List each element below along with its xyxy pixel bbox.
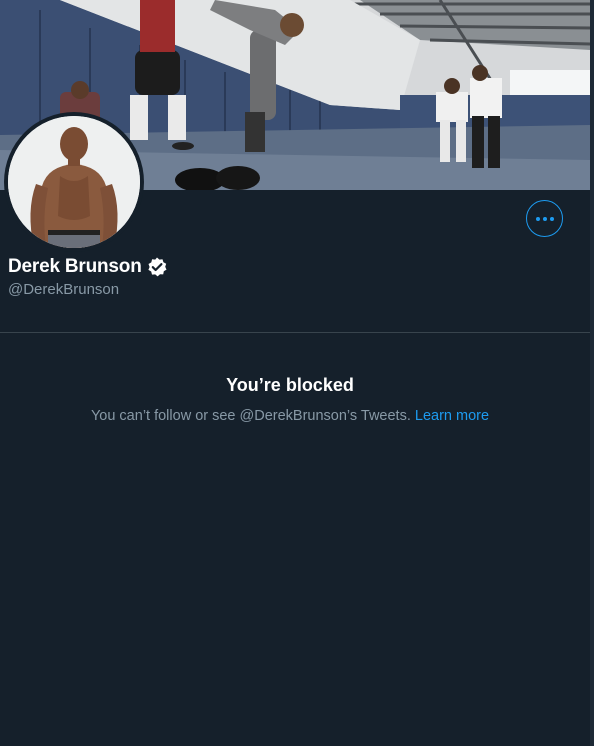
- divider: [0, 332, 590, 333]
- blocked-description: You can’t follow or see @DerekBrunson’s …: [0, 408, 580, 424]
- avatar[interactable]: [8, 116, 140, 248]
- column-border: [590, 0, 594, 746]
- profile-page: Derek Brunson @DerekBrunson You’re block…: [0, 0, 594, 746]
- profile-handle: @DerekBrunson: [8, 281, 120, 298]
- more-dots-icon: [534, 216, 555, 221]
- learn-more-link[interactable]: Learn more: [415, 408, 489, 424]
- display-name: Derek Brunson: [8, 256, 142, 277]
- verified-badge-icon: [146, 256, 168, 278]
- more-options-button[interactable]: [526, 200, 563, 237]
- profile-name-row: Derek Brunson: [8, 256, 168, 278]
- profile-avatar-frame[interactable]: [4, 112, 144, 252]
- blocked-description-text: You can’t follow or see @DerekBrunson’s …: [90, 408, 411, 424]
- blocked-title: You’re blocked: [226, 375, 354, 395]
